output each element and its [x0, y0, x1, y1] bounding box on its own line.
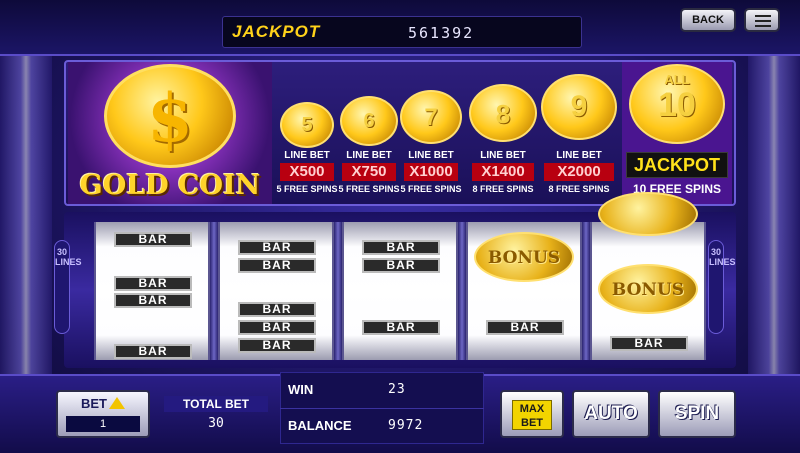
- paytable-column: 8 LINE BET X1400 8 FREE SPINS: [468, 62, 538, 204]
- back-button[interactable]: BACK: [680, 8, 736, 32]
- coin-icon: 8: [469, 84, 537, 142]
- bar-symbol: BAR: [362, 320, 440, 335]
- coin-icon: ALL 10: [629, 64, 725, 144]
- bonus-symbol: [598, 192, 698, 236]
- line-bet-label: LINE BET: [284, 150, 330, 161]
- bet-label: BET: [58, 396, 148, 411]
- win-value: 23: [388, 382, 406, 397]
- line-bet-label: LINE BET: [346, 150, 392, 161]
- reel-1: BAR BAR BAR BAR: [94, 222, 210, 360]
- bonus-symbol: BONUS: [474, 232, 574, 282]
- bar-symbol: BAR: [362, 258, 440, 273]
- multiplier: X2000: [544, 163, 614, 181]
- bar-symbol: BAR: [238, 338, 316, 353]
- reel-5: BONUS BAR: [590, 192, 706, 360]
- menu-button[interactable]: [744, 8, 780, 32]
- reel-4: BONUS BAR: [466, 222, 582, 360]
- free-spins: 5 FREE SPINS: [276, 184, 338, 194]
- jackpot-value: 561392: [408, 24, 475, 42]
- bar-symbol: BAR: [486, 320, 564, 335]
- bar-symbol: BAR: [114, 276, 192, 291]
- spin-button[interactable]: SPIN: [658, 390, 736, 438]
- line-bet-label: LINE BET: [408, 150, 454, 161]
- lines-indicator-left: 30 LINES: [54, 240, 82, 334]
- free-spins: 8 FREE SPINS: [472, 184, 534, 194]
- line-bet-label: LINE BET: [556, 150, 602, 161]
- coin-icon: 7: [400, 90, 462, 144]
- coin-icon: 6: [340, 96, 398, 146]
- bonus-symbol: BONUS: [598, 264, 698, 314]
- warning-triangle-icon: [109, 397, 125, 409]
- jackpot-label: JACKPOT: [232, 22, 321, 41]
- bet-button[interactable]: BET 1: [56, 390, 150, 438]
- bar-symbol: BAR: [362, 240, 440, 255]
- gold-coin-icon: $: [104, 64, 236, 168]
- bar-symbol: BAR: [238, 240, 316, 255]
- balance-row: BALANCE 9972: [280, 408, 484, 444]
- paytable-column: 6 LINE BET X750 5 FREE SPINS: [338, 62, 400, 204]
- right-pillar: [748, 56, 800, 386]
- coin-icon: 9: [541, 74, 617, 140]
- reel-2: BAR BAR BAR BAR BAR: [218, 222, 334, 360]
- max-bet-button[interactable]: MAX BET: [500, 390, 564, 438]
- balance-label: BALANCE: [288, 418, 352, 433]
- total-bet-label: TOTAL BET: [164, 396, 268, 412]
- free-spins: 8 FREE SPINS: [548, 184, 610, 194]
- max-bet-label: MAX BET: [512, 400, 552, 430]
- multiplier: X1000: [404, 163, 458, 181]
- free-spins: 5 FREE SPINS: [338, 184, 400, 194]
- game-title: GOLD COIN: [79, 170, 261, 201]
- bar-symbol: BAR: [610, 336, 688, 351]
- multiplier: X500: [280, 163, 334, 181]
- free-spins: 5 FREE SPINS: [400, 184, 462, 194]
- multiplier: X1400: [472, 163, 534, 181]
- left-pillar: [0, 56, 52, 386]
- reel-divider: [210, 222, 218, 360]
- bar-symbol: BAR: [114, 232, 192, 247]
- bar-symbol: BAR: [114, 293, 192, 308]
- bar-symbol: BAR: [114, 344, 192, 359]
- coin-icon: 5: [280, 102, 334, 148]
- jackpot-column: ALL 10 JACKPOT 10 FREE SPINS: [622, 62, 732, 204]
- reel-divider: [334, 222, 342, 360]
- lines-indicator-right: 30 LINES: [708, 240, 736, 334]
- bar-symbol: BAR: [238, 320, 316, 335]
- reel-divider: [458, 222, 466, 360]
- paytable-column: 5 LINE BET X500 5 FREE SPINS: [276, 62, 338, 204]
- bar-symbol: BAR: [238, 258, 316, 273]
- paytable-column: 9 LINE BET X2000 8 FREE SPINS: [540, 62, 618, 204]
- bar-symbol: BAR: [238, 302, 316, 317]
- win-label: WIN: [288, 382, 314, 397]
- multiplier: X750: [342, 163, 396, 181]
- win-row: WIN 23: [280, 372, 484, 408]
- bet-value: 1: [66, 416, 140, 432]
- reel-divider: [582, 222, 590, 360]
- balance-value: 9972: [388, 418, 424, 433]
- line-bet-label: LINE BET: [480, 150, 526, 161]
- total-bet-value: 30: [208, 416, 224, 431]
- auto-button[interactable]: AUTO: [572, 390, 650, 438]
- paytable-column: 7 LINE BET X1000 5 FREE SPINS: [400, 62, 462, 204]
- reel-3: BAR BAR BAR: [342, 222, 458, 360]
- jackpot-badge: JACKPOT: [626, 152, 728, 178]
